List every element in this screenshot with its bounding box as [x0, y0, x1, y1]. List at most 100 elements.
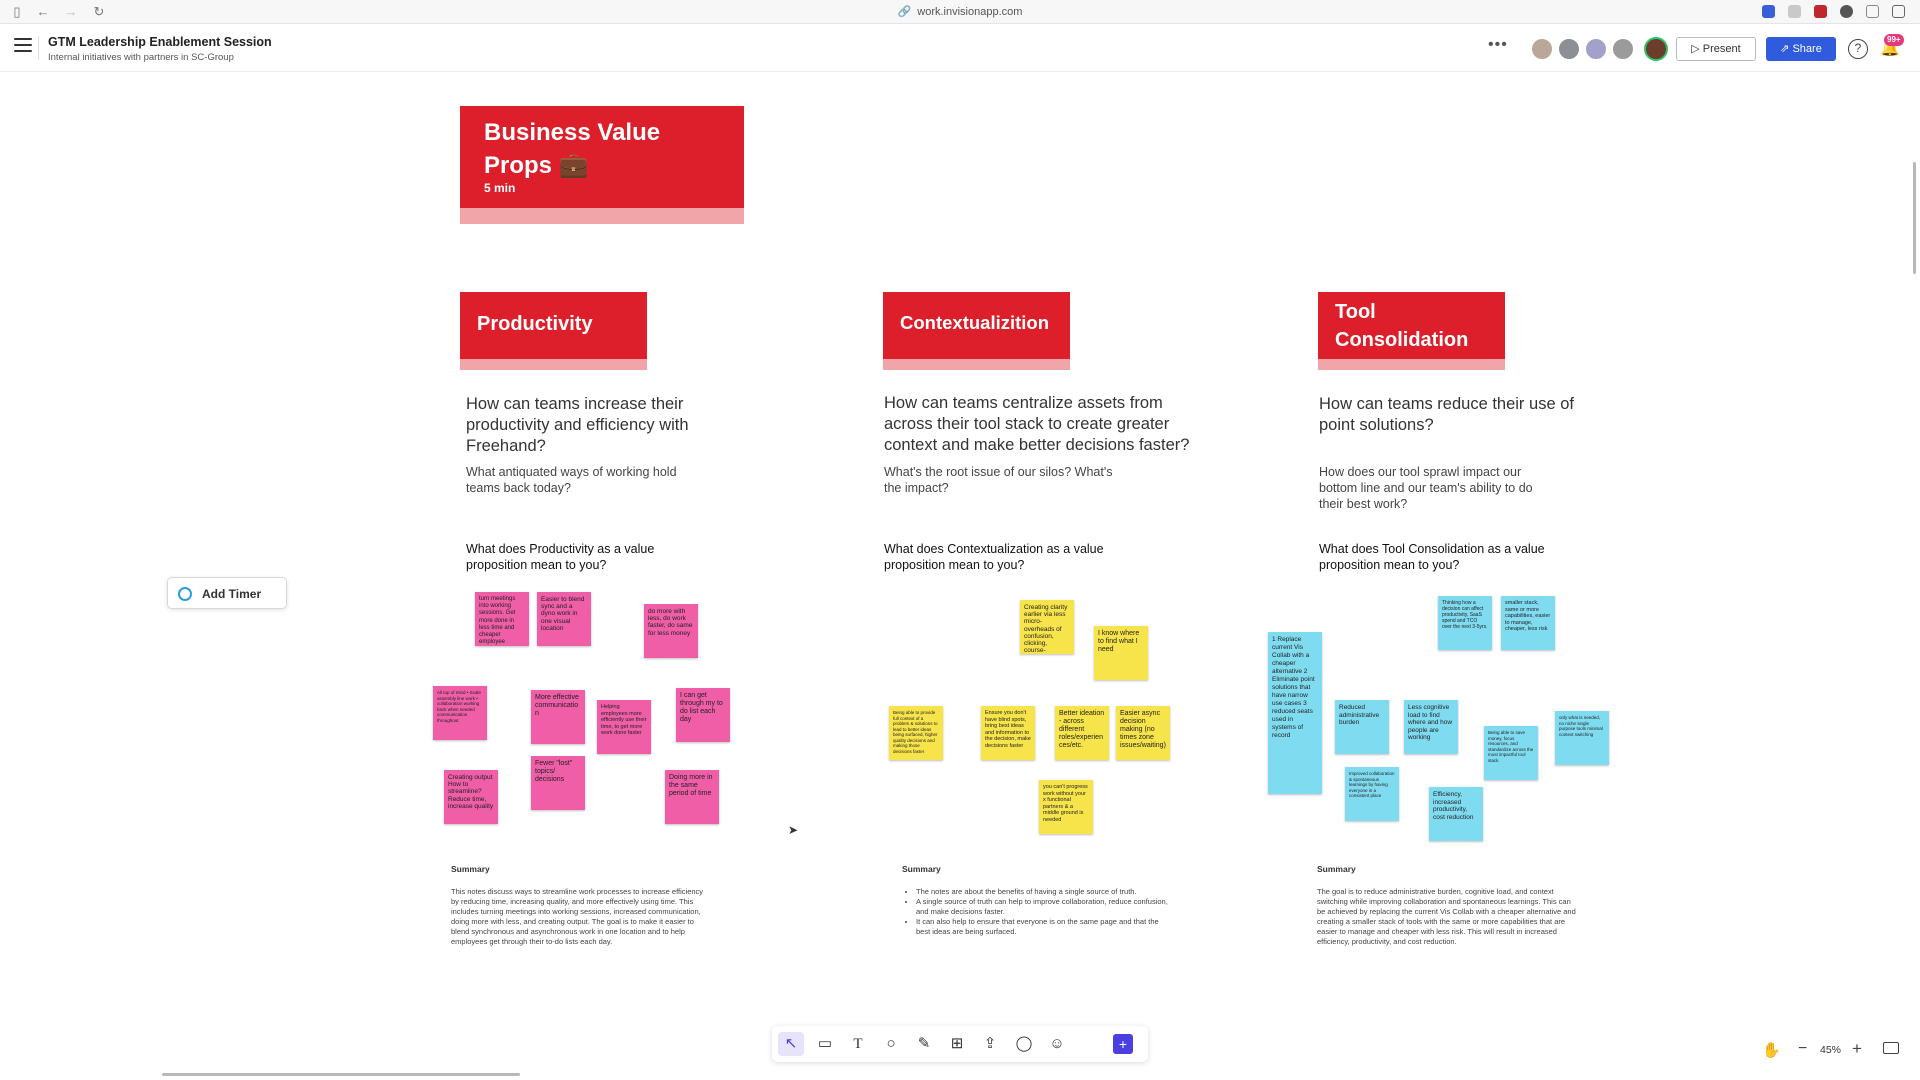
text-tool-icon[interactable]: T	[845, 1032, 871, 1056]
sticky-note[interactable]: Less cognitive load to find where and ho…	[1404, 700, 1458, 754]
sticky-note[interactable]: Improved collaboration & spontaneous lea…	[1345, 767, 1399, 821]
url-bar[interactable]: 🔗 work.invisionapp.com	[0, 5, 1920, 18]
url-text: work.invisionapp.com	[917, 6, 1023, 18]
avatar[interactable]	[1530, 37, 1554, 61]
comment-tool-icon[interactable]: ◯	[1011, 1032, 1037, 1056]
zoom-out-icon[interactable]: −	[1798, 1040, 1807, 1058]
section-title: Tool Consolidation	[1335, 301, 1469, 351]
card-band	[460, 359, 647, 370]
section-sub-question: How does our tool sprawl impact our bott…	[1319, 465, 1533, 511]
value-prompt: What does Tool Consolidation as a value …	[1319, 542, 1545, 572]
add-timer-button[interactable]: Add Timer	[167, 577, 287, 609]
summary-title: Summary	[451, 864, 490, 874]
extension-icon[interactable]	[1814, 5, 1827, 18]
section-question: How can teams increase their productivit…	[466, 395, 689, 455]
sidebar-right-icon[interactable]	[1892, 5, 1905, 18]
hero-duration: 5 min	[484, 181, 516, 195]
avatar[interactable]	[1644, 37, 1668, 61]
app-root: ▯ ← → ↻ 🔗 work.invisionapp.com GTM Leader…	[0, 0, 1920, 1080]
share-label: Share	[1792, 43, 1822, 55]
value-prompt: What does Contextualization as a value p…	[884, 542, 1104, 572]
reader-icon[interactable]	[1866, 5, 1879, 18]
sticky-note[interactable]: Fewer "lost" topics/ decisions	[531, 756, 585, 810]
shape-tool-icon[interactable]: ○	[878, 1032, 904, 1056]
card-band	[460, 208, 744, 224]
table-tool-icon[interactable]: ⊞	[944, 1032, 970, 1056]
sticky-note[interactable]: 1 Replace current Vis Collab with a chea…	[1268, 632, 1322, 794]
section-question: How can teams reduce their use of point …	[1319, 395, 1574, 434]
browser-bar: ▯ ← → ↻ 🔗 work.invisionapp.com	[0, 0, 1920, 24]
sticky-note-tool-icon[interactable]: ▭	[812, 1032, 838, 1056]
hero-title: Business Value Props 💼	[484, 119, 661, 179]
summary-text: The goal is to reduce administrative bur…	[1317, 887, 1576, 946]
pen-tool-icon[interactable]: ✎	[911, 1032, 937, 1056]
sticky-note[interactable]: Being able to save money, focus resource…	[1484, 726, 1538, 780]
avatar[interactable]	[1611, 37, 1635, 61]
help-icon[interactable]: ?	[1848, 39, 1868, 59]
extension-icon[interactable]	[1762, 5, 1775, 18]
hamburger-menu-icon[interactable]	[14, 38, 32, 54]
sticky-note[interactable]: Easier async decision making (no times z…	[1116, 706, 1170, 760]
avatar[interactable]	[1584, 37, 1608, 61]
card-band	[883, 359, 1070, 370]
share-button[interactable]: ⇗ Share	[1766, 37, 1836, 61]
sticker-tool-icon[interactable]: ☺	[1044, 1032, 1070, 1056]
sticky-note[interactable]: I can get through my to do list each day	[676, 688, 730, 742]
extension-icon[interactable]	[1840, 5, 1853, 18]
play-icon: ▷	[1691, 43, 1703, 55]
vertical-scrollbar[interactable]	[1913, 162, 1916, 274]
zoom-level[interactable]: 45%	[1820, 1044, 1841, 1056]
minimap-icon[interactable]	[1883, 1042, 1899, 1054]
sticky-note[interactable]: Being able to provide full context of a …	[889, 706, 943, 760]
section-question: How can teams centralize assets from acr…	[884, 394, 1190, 454]
sticky-note[interactable]: I know where to find what I need	[1094, 626, 1148, 680]
section-sub-question: What antiquated ways of working hold tea…	[466, 465, 677, 495]
hero-card[interactable]: Business Value Props 💼 5 min	[460, 106, 744, 224]
mouse-cursor-icon: ➤	[788, 823, 799, 837]
sticky-note[interactable]: Better ideation - across different roles…	[1055, 706, 1109, 760]
canvas[interactable]: Business Value Props 💼 5 min Productivit…	[0, 72, 1920, 1080]
summary-list: The notes are about the benefits of havi…	[906, 887, 1168, 937]
section-card-productivity[interactable]: Productivity	[460, 292, 647, 370]
upload-tool-icon[interactable]: ⇪	[977, 1032, 1003, 1056]
sticky-note[interactable]: More effective communicatio n	[531, 690, 585, 744]
sticky-note[interactable]: Efficiency, increased productivity, cost…	[1429, 787, 1483, 841]
extension-icon[interactable]	[1788, 5, 1801, 18]
bottom-toolbar: ↖ ▭ T ○ ✎ ⊞ ⇪ ◯ ☺ +	[772, 1026, 1148, 1062]
present-button[interactable]: ▷ Present	[1676, 37, 1756, 61]
section-card-tool-consolidation[interactable]: Tool Consolidation	[1318, 292, 1505, 370]
summary-title: Summary	[902, 864, 941, 874]
share-icon: ⇗	[1780, 43, 1793, 55]
select-tool-icon[interactable]: ↖	[778, 1032, 804, 1056]
add-more-tool-icon[interactable]: +	[1113, 1034, 1133, 1054]
avatar[interactable]	[1557, 37, 1581, 61]
section-sub-question: What's the root issue of our silos? What…	[884, 465, 1113, 495]
summary-text: This notes discuss ways to streamline wo…	[451, 887, 704, 946]
zoom-in-icon[interactable]: +	[1852, 1039, 1862, 1059]
sticky-note[interactable]: Easier to blend sync and a dyno work in …	[537, 592, 591, 646]
section-title: Productivity	[477, 313, 593, 335]
section-card-contextualization[interactable]: Contextualizition	[883, 292, 1070, 370]
sticky-note[interactable]: Reduced administrative burden	[1335, 700, 1389, 754]
horizontal-scrollbar[interactable]	[162, 1073, 520, 1076]
value-prompt: What does Productivity as a value propos…	[466, 542, 655, 572]
sticky-note[interactable]: turn meetings into working sessions. Get…	[475, 592, 529, 646]
more-options-icon[interactable]: •••	[1488, 36, 1508, 54]
header-divider	[38, 36, 39, 60]
sticky-note[interactable]: Doing more in the same period of time	[665, 770, 719, 824]
sticky-note[interactable]: smaller stack, same or more capabilities…	[1501, 596, 1555, 650]
card-band	[1318, 359, 1505, 370]
sticky-note[interactable]: Creating output How to streamline? Reduc…	[444, 770, 498, 824]
sticky-note[interactable]: Ensure you don't have blind spots, bring…	[981, 706, 1035, 760]
sticky-note[interactable]: Helping employees more efficiently use t…	[597, 700, 651, 754]
sticky-note[interactable]: do more with less, do work faster, do sa…	[644, 604, 698, 658]
sticky-note[interactable]: All top of mind • Scale assembly line wo…	[433, 686, 487, 740]
link-icon: 🔗	[897, 6, 912, 18]
hand-tool-icon[interactable]: ✋	[1762, 1041, 1781, 1059]
section-title: Contextualizition	[900, 312, 1050, 333]
sticky-note[interactable]: you can't progress work without your x f…	[1039, 780, 1093, 834]
sticky-note[interactable]: Creating clarity earlier via less micro-…	[1020, 600, 1074, 654]
document-title[interactable]: GTM Leadership Enablement Session	[48, 35, 272, 49]
sticky-note[interactable]: Thinking how a decision can affect produ…	[1438, 596, 1492, 650]
sticky-note[interactable]: only what is needed, no niche single pur…	[1555, 711, 1609, 765]
